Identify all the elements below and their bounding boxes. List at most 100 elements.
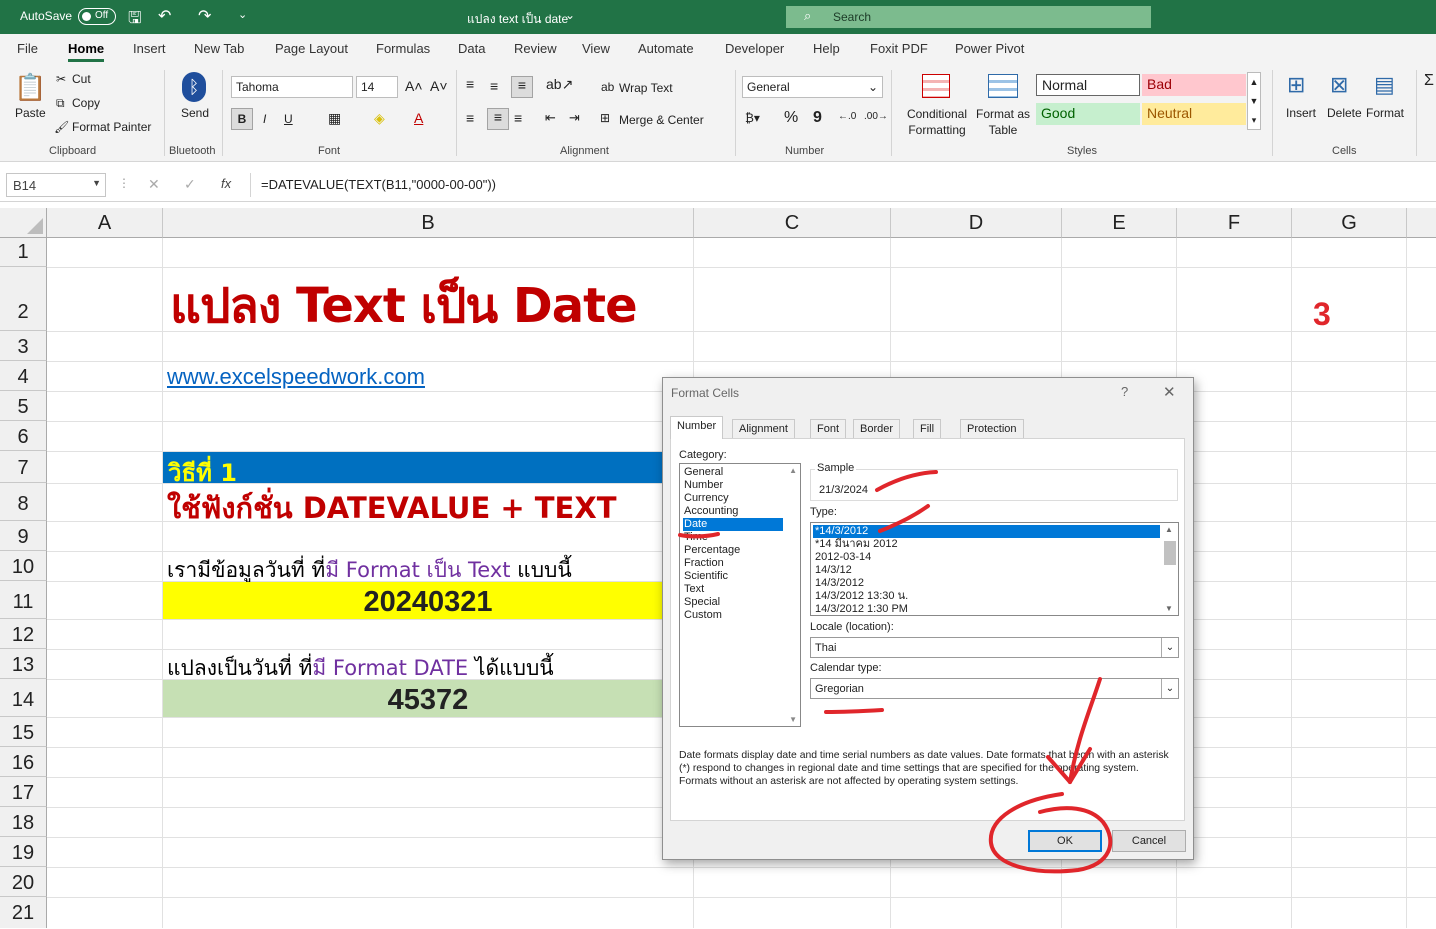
row-header-2[interactable]: 2 bbox=[0, 267, 47, 331]
type-list[interactable]: *14/3/2012 *14 มีนาคม 2012 2012-03-14 14… bbox=[810, 522, 1179, 616]
cell-b14-date-serial[interactable]: 45372 bbox=[163, 680, 693, 717]
delete-cells-button[interactable]: Delete bbox=[1327, 106, 1362, 120]
category-item[interactable]: Currency bbox=[683, 492, 783, 505]
paste-button[interactable]: Paste bbox=[15, 106, 46, 120]
font-size-select[interactable]: 14 bbox=[356, 76, 398, 98]
type-item[interactable]: *14 มีนาคม 2012 bbox=[813, 538, 1160, 551]
delete-cells-icon[interactable]: ⊠ bbox=[1330, 72, 1348, 98]
row-header-13[interactable]: 13 bbox=[0, 649, 47, 679]
cancel-button[interactable]: Cancel bbox=[1112, 830, 1186, 852]
comma-button[interactable]: 9 bbox=[813, 109, 822, 127]
row-header-16[interactable]: 16 bbox=[0, 747, 47, 777]
tab-new-tab[interactable]: New Tab bbox=[194, 41, 244, 56]
chevron-down-icon[interactable]: ⌄ bbox=[565, 8, 575, 22]
orientation-icon[interactable]: ab↗ bbox=[546, 76, 573, 93]
format-painter-icon[interactable]: 🖌 bbox=[54, 120, 69, 134]
italic-button[interactable]: I bbox=[263, 112, 266, 126]
tab-power-pivot[interactable]: Power Pivot bbox=[955, 41, 1024, 56]
align-right-icon[interactable]: ≡ bbox=[514, 110, 522, 126]
row-header-15[interactable]: 15 bbox=[0, 717, 47, 747]
wrap-text-icon[interactable]: ab bbox=[601, 80, 614, 94]
bluetooth-icon[interactable]: ᛒ bbox=[182, 72, 206, 102]
tab-automate[interactable]: Automate bbox=[638, 41, 694, 56]
grow-font-icon[interactable]: A˄ bbox=[405, 78, 423, 94]
row-header-4[interactable]: 4 bbox=[0, 361, 47, 391]
underline-button[interactable]: U bbox=[284, 112, 293, 126]
copy-button[interactable]: Copy bbox=[72, 96, 100, 110]
undo-icon[interactable]: ↶ bbox=[158, 6, 171, 26]
style-normal[interactable]: Normal bbox=[1036, 74, 1140, 96]
align-top-icon[interactable]: ≡ bbox=[466, 76, 474, 92]
row-header-10[interactable]: 10 bbox=[0, 551, 47, 581]
cell-b7[interactable]: วิธีที่ 1 bbox=[163, 452, 693, 487]
row-header-14[interactable]: 14 bbox=[0, 679, 47, 717]
cell-b11-text-date[interactable]: 20240321 bbox=[163, 582, 693, 619]
format-painter-button[interactable]: Format Painter bbox=[72, 120, 151, 134]
category-item[interactable]: Special bbox=[683, 596, 783, 609]
percent-button[interactable]: % bbox=[784, 109, 798, 127]
tab-review[interactable]: Review bbox=[514, 41, 557, 56]
cell-b4-link[interactable]: www.excelspeedwork.com bbox=[167, 364, 425, 390]
merge-icon[interactable]: ⊞ bbox=[600, 111, 610, 125]
format-as-table-button[interactable]: Format as Table bbox=[974, 106, 1032, 138]
category-item[interactable]: General bbox=[683, 466, 783, 479]
column-header-d[interactable]: D bbox=[891, 208, 1062, 238]
row-header-19[interactable]: 19 bbox=[0, 837, 47, 867]
copy-icon[interactable]: ⧉ bbox=[56, 96, 65, 111]
type-item[interactable]: 14/3/2012 13:30 น. bbox=[813, 590, 1160, 603]
cell-g2-step-number[interactable]: 3 bbox=[1313, 296, 1331, 333]
autosum-icon[interactable]: Σ bbox=[1424, 72, 1434, 90]
tab-formulas[interactable]: Formulas bbox=[376, 41, 430, 56]
search-box[interactable]: ⌕ Search bbox=[786, 6, 1151, 28]
row-header-18[interactable]: 18 bbox=[0, 807, 47, 837]
font-name-select[interactable]: Tahoma bbox=[231, 76, 353, 98]
borders-icon[interactable]: ▦ bbox=[328, 110, 341, 127]
tab-data[interactable]: Data bbox=[458, 41, 485, 56]
category-list[interactable]: General Number Currency Accounting Date … bbox=[679, 463, 801, 727]
font-color-icon[interactable]: A bbox=[414, 110, 423, 126]
locale-select[interactable]: Thai ⌄ bbox=[810, 637, 1179, 658]
row-header-3[interactable]: 3 bbox=[0, 331, 47, 361]
row-header-9[interactable]: 9 bbox=[0, 521, 47, 551]
type-scrollbar[interactable]: ▲ ▼ bbox=[1162, 525, 1176, 613]
bold-button[interactable]: B bbox=[231, 108, 253, 130]
align-left-icon[interactable]: ≡ bbox=[466, 110, 474, 126]
category-item[interactable]: Number bbox=[683, 479, 783, 492]
category-item[interactable]: Text bbox=[683, 583, 783, 596]
column-header-f[interactable]: F bbox=[1177, 208, 1292, 238]
close-icon[interactable]: ✕ bbox=[1163, 383, 1176, 401]
tab-border[interactable]: Border bbox=[853, 419, 901, 439]
tab-view[interactable]: View bbox=[582, 41, 610, 56]
format-as-table-icon[interactable] bbox=[988, 74, 1018, 98]
row-header-1[interactable]: 1 bbox=[0, 238, 47, 267]
format-cells-button[interactable]: Format bbox=[1366, 106, 1404, 120]
number-format-select[interactable]: General ⌄ bbox=[742, 76, 883, 98]
category-item-selected[interactable]: Date bbox=[683, 518, 783, 531]
tab-fill[interactable]: Fill bbox=[913, 419, 942, 439]
conditional-formatting-button[interactable]: Conditional Formatting bbox=[904, 106, 970, 138]
increase-decimal-icon[interactable]: ←.0 bbox=[838, 111, 856, 122]
increase-indent-icon[interactable]: ⇥ bbox=[569, 110, 580, 126]
style-good[interactable]: Good bbox=[1036, 103, 1140, 125]
type-item[interactable]: 14/3/2012 bbox=[813, 577, 1160, 590]
category-item[interactable]: Fraction bbox=[683, 557, 783, 570]
align-middle-icon[interactable]: ≡ bbox=[490, 78, 498, 94]
fill-color-icon[interactable]: ◈ bbox=[374, 110, 385, 127]
row-header-8[interactable]: 8 bbox=[0, 483, 47, 521]
category-item[interactable]: Accounting bbox=[683, 505, 783, 518]
chevron-down-icon[interactable]: ⌄ bbox=[1161, 679, 1178, 698]
cut-button[interactable]: Cut bbox=[72, 72, 91, 86]
column-header-c[interactable]: C bbox=[694, 208, 891, 238]
cell-b2-title[interactable]: แปลง Text เป็น Date bbox=[170, 268, 638, 344]
chevron-down-icon[interactable]: ⌄ bbox=[1161, 638, 1178, 657]
column-header-a[interactable]: A bbox=[47, 208, 163, 238]
send-button[interactable]: Send bbox=[181, 106, 209, 120]
wrap-text-button[interactable]: Wrap Text bbox=[619, 81, 673, 95]
insert-function-button[interactable]: fx bbox=[221, 176, 231, 191]
currency-icon[interactable]: ₿▾ bbox=[745, 111, 760, 125]
row-header-11[interactable]: 11 bbox=[0, 581, 47, 619]
tab-protection[interactable]: Protection bbox=[960, 419, 1024, 439]
category-item[interactable]: Scientific bbox=[683, 570, 783, 583]
paste-icon[interactable]: 📋 bbox=[14, 72, 46, 103]
row-header-7[interactable]: 7 bbox=[0, 451, 47, 483]
